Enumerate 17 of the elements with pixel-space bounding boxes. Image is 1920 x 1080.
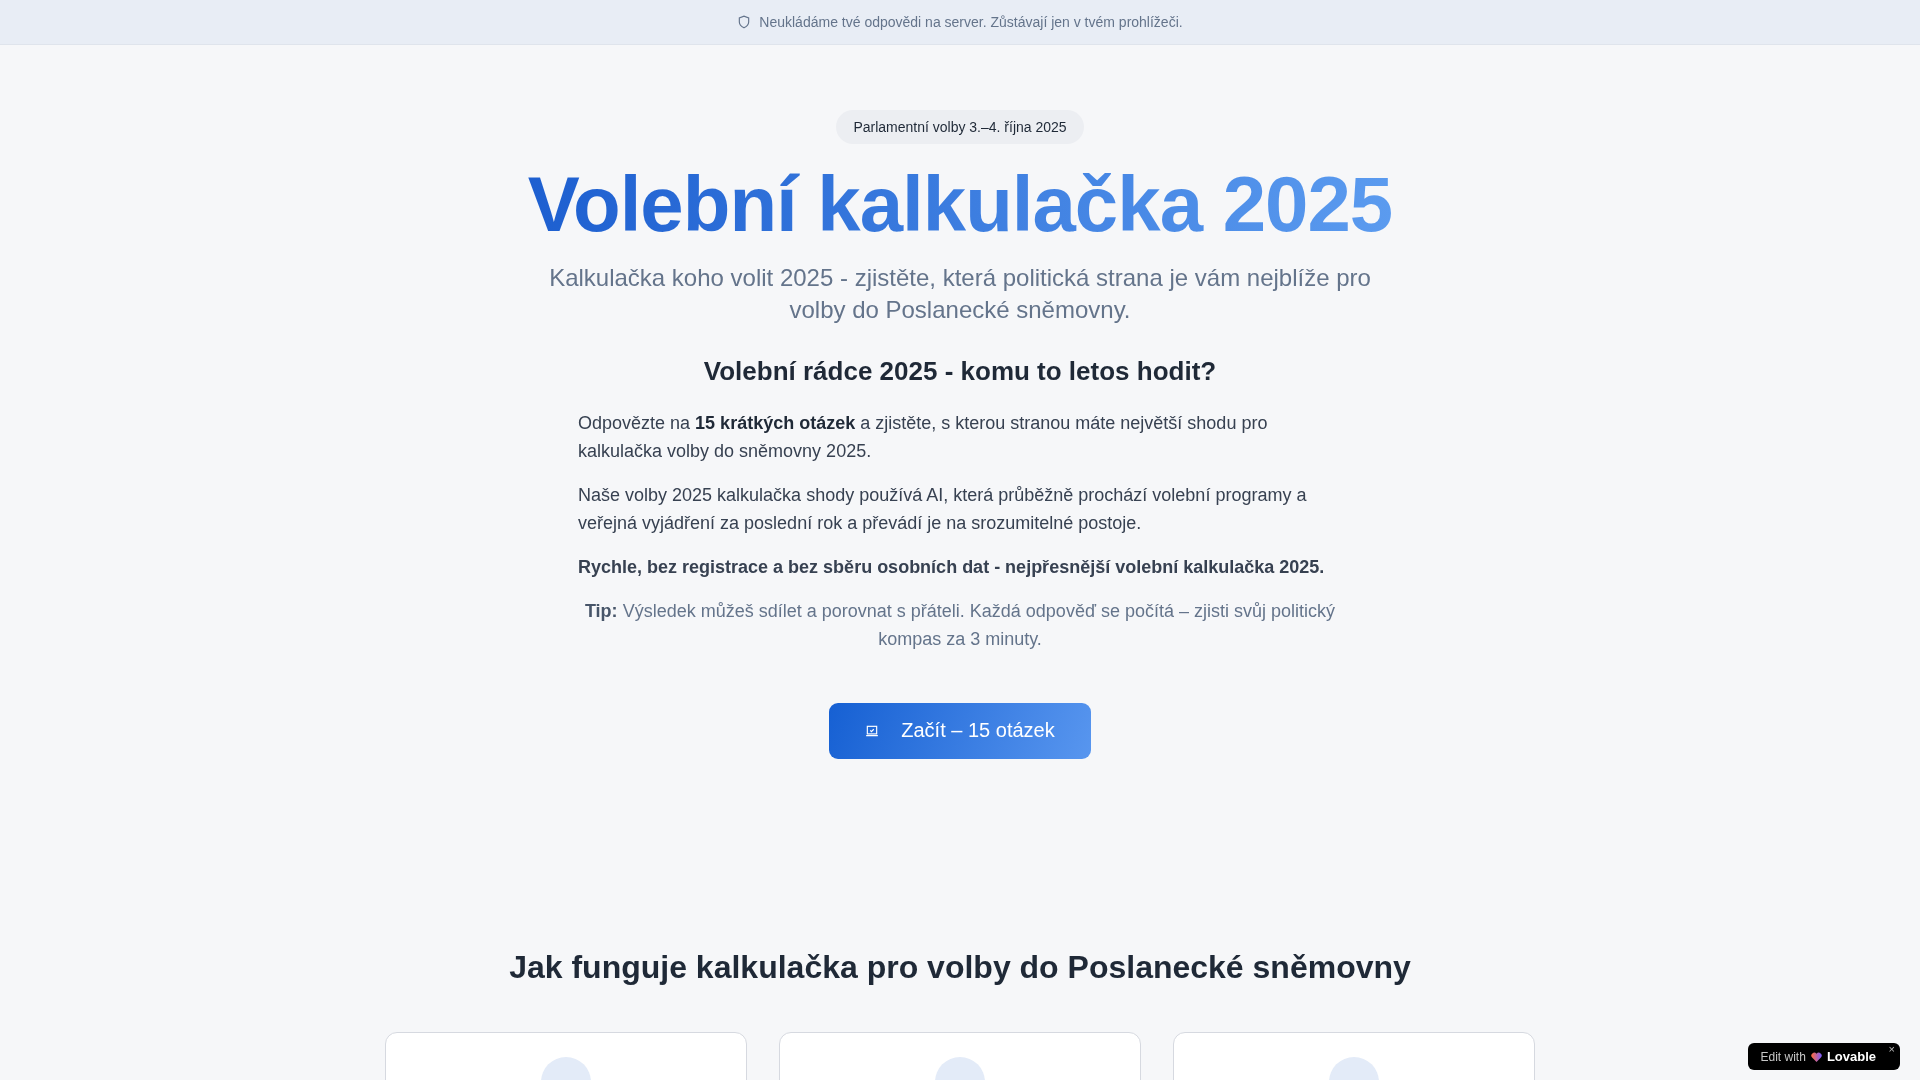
start-button[interactable]: Začít – 15 otázek <box>829 702 1091 759</box>
privacy-notice-text: Neukládáme tvé odpovědi na server. Zůstávají jen v tvém prohlížeči. <box>759 14 1183 30</box>
shield-icon <box>737 14 752 30</box>
subtitle: Kalkulačka koho volit 2025 - zjistěte, která politická strana je vám nejblíže pro volby do Poslanecké sněmovny. <box>548 262 1372 325</box>
laptop-check-icon <box>865 723 880 738</box>
intro-paragraph: Rychle, bez registrace a bez sběru osobních dat - nejpřesnější volební kalkulačka 2025. <box>578 555 1326 579</box>
lovable-wordmark: Lovable <box>1826 1049 1876 1064</box>
heart-logo-icon <box>1810 1051 1822 1062</box>
election-date-badge: Parlamentní volby 3.–4. října 2025 <box>836 110 1084 144</box>
edit-with-label: Edit with <box>1760 1049 1806 1064</box>
how-it-works-heading: Jak funguje kalkulačka pro volby do Poslanecké sněmovny <box>509 948 1411 986</box>
intro-paragraph: Odpovězte na 15 krátkých otázek a zjistěte, s kterou stranou máte největší shodu pro kalkulačka volby do sněmovny 2025. <box>578 411 1269 463</box>
section-heading: Volební rádce 2025 - komu to letos hodit? <box>703 355 1217 387</box>
edit-with-lovable-badge[interactable]: Edit with Lovable × <box>1747 1043 1900 1070</box>
close-button[interactable]: × <box>1888 1043 1895 1055</box>
intro-paragraph: Naše volby 2025 kalkulačka shody používá AI, která průběžně prochází volební programy a veřejná vyjádření za poslední rok a převádí je na srozumitelné postoje. <box>578 483 1308 535</box>
tip-text: Tip: Výsledek můžeš sdílet a porovnat s přáteli. Každá odpověď se počítá – zjisti svůj politický kompas za 3 minuty. <box>583 599 1337 651</box>
